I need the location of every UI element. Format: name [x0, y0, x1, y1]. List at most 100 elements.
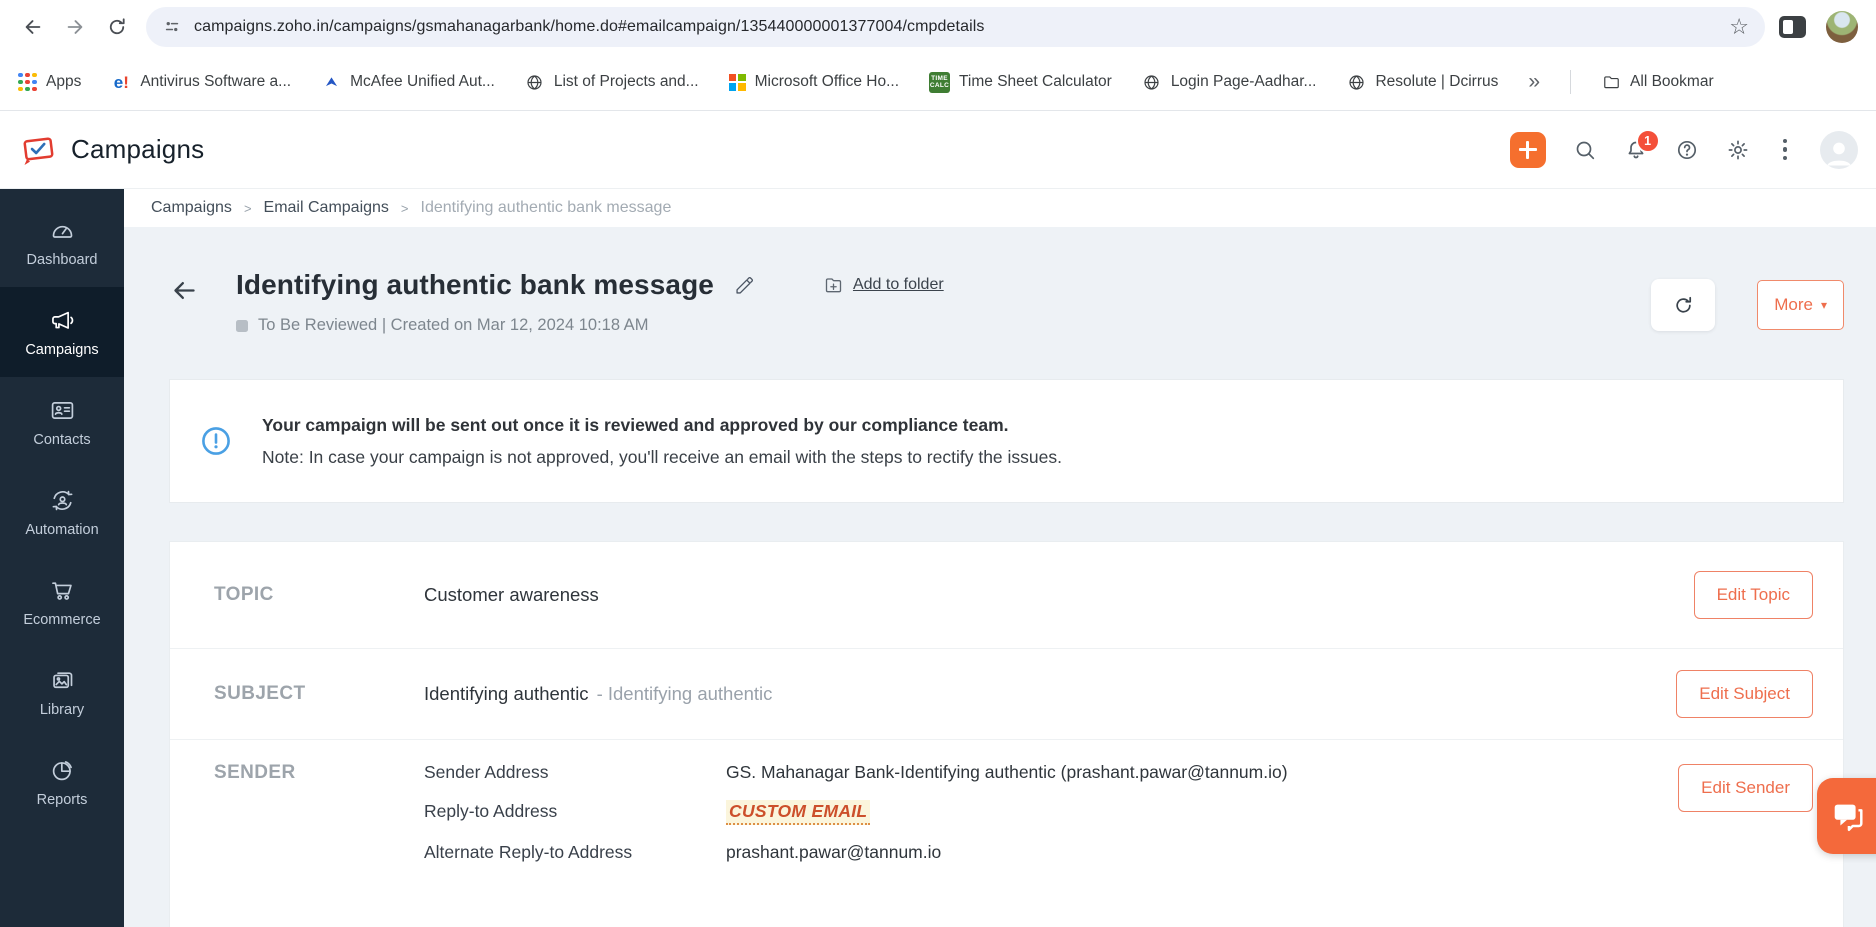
campaigns-logo-icon [23, 136, 54, 165]
bookmark-login-page[interactable]: Login Page-Aadhar... [1142, 72, 1316, 92]
sidebar: Dashboard Campaigns Contacts Automation … [0, 189, 124, 927]
side-panel-icon [1783, 20, 1793, 34]
image-stack-icon [52, 671, 72, 688]
app-title: Campaigns [71, 134, 205, 164]
bookmark-list-of-projects[interactable]: List of Projects and... [525, 72, 699, 92]
subject-label: SUBJECT [214, 683, 306, 704]
url-text[interactable]: campaigns.zoho.in/campaigns/gsmahanagarb… [194, 18, 1719, 36]
bookmark-antivirus[interactable]: e! Antivirus Software a... [111, 72, 291, 92]
contact-card-icon [51, 401, 73, 419]
automation-icon [52, 490, 72, 510]
sidebar-item-ecommerce[interactable]: Ecommerce [0, 557, 124, 647]
user-avatar[interactable] [1820, 130, 1858, 169]
folder-plus-icon [825, 277, 842, 292]
breadcrumb-separator: > [400, 200, 409, 216]
edit-subject-button[interactable]: Edit Subject [1676, 670, 1813, 718]
browser-profile-avatar[interactable] [1826, 11, 1858, 43]
reply-to-label: Reply-to Address [424, 801, 558, 821]
help-button[interactable] [1675, 138, 1699, 162]
edit-sender-button[interactable]: Edit Sender [1678, 764, 1813, 812]
compliance-banner: Your campaign will be sent out once it i… [169, 379, 1844, 503]
sidebar-item-campaigns[interactable]: Campaigns [0, 287, 124, 377]
content-column: Campaigns > Email Campaigns > Identifyin… [124, 189, 1876, 927]
more-options-button[interactable] [1777, 137, 1793, 162]
bookmark-label: Resolute | Dcirrus [1375, 73, 1499, 90]
bookmark-label: List of Projects and... [553, 73, 699, 90]
sidebar-item-reports[interactable]: Reports [0, 737, 124, 827]
more-button[interactable]: More ▾ [1757, 280, 1844, 330]
sidebar-item-library[interactable]: Library [0, 647, 124, 737]
bookmarks-overflow-chevron[interactable]: » [1528, 70, 1540, 94]
sidebar-item-label: Campaigns [25, 341, 99, 358]
bookmark-resolute[interactable]: Resolute | Dcirrus [1346, 72, 1498, 92]
bookmark-mcafee[interactable]: McAfee Unified Aut... [321, 72, 495, 92]
side-panel-button[interactable] [1779, 16, 1806, 38]
sidebar-item-label: Reports [36, 791, 88, 808]
title-controls: More ▾ [1651, 279, 1844, 331]
browser-back-button[interactable] [12, 6, 54, 48]
sidebar-item-dashboard[interactable]: Dashboard [0, 197, 124, 287]
help-icon [1677, 140, 1696, 159]
banner-line1: Your campaign will be sent out once it i… [262, 414, 1009, 435]
screen: campaigns.zoho.in/campaigns/gsmahanagarb… [0, 0, 1876, 927]
alternate-reply-to-label: Alternate Reply-to Address [424, 842, 633, 862]
all-bookmarks-button[interactable]: All Bookmar [1601, 72, 1714, 92]
settings-button[interactable] [1726, 138, 1750, 162]
browser-reload-button[interactable] [96, 6, 138, 48]
sidebar-item-automation[interactable]: Automation [0, 467, 124, 557]
apps-label: Apps [46, 73, 82, 90]
megaphone-icon [51, 311, 73, 329]
bookmark-microsoft-office[interactable]: Microsoft Office Ho... [728, 73, 899, 91]
create-button[interactable] [1509, 131, 1546, 168]
bookmark-label: Time Sheet Calculator [959, 73, 1112, 90]
brand: Campaigns [18, 130, 204, 170]
reload-icon [109, 18, 125, 35]
all-bookmarks-label: All Bookmar [1630, 73, 1714, 90]
globe-icon [525, 72, 545, 92]
banner-text: Your campaign will be sent out once it i… [262, 415, 1062, 468]
sidebar-item-contacts[interactable]: Contacts [0, 377, 124, 467]
campaign-details-card: TOPIC Customer awareness Edit Topic SUBJ… [169, 541, 1844, 927]
alternate-reply-to-field: Alternate Reply-to Address prashant.pawa… [424, 842, 1678, 863]
status-line: To Be Reviewed | Created on Mar 12, 2024… [236, 316, 944, 335]
edit-topic-button[interactable]: Edit Topic [1693, 571, 1813, 619]
globe-icon [1142, 72, 1162, 92]
subject-value: Identifying authentic - Identifying authe… [424, 683, 1676, 705]
sidebar-item-label: Library [39, 701, 85, 718]
person-icon [1827, 142, 1851, 165]
add-to-folder-button[interactable]: Add to folder [823, 275, 944, 296]
bookmark-label: Antivirus Software a... [140, 73, 292, 90]
pie-chart-icon [52, 760, 72, 780]
topic-label: TOPIC [214, 584, 274, 605]
title-block: Identifying authentic bank message Add t… [236, 269, 944, 335]
bookmark-star-icon[interactable]: ☆ [1729, 16, 1749, 38]
breadcrumb-current: Identifying authentic bank message [420, 199, 672, 216]
apps-button[interactable]: Apps [18, 72, 82, 92]
bookmark-time-sheet[interactable]: TIME CALC Time Sheet Calculator [929, 71, 1112, 93]
edit-title-pencil-icon[interactable] [734, 275, 755, 296]
e-exclamation-icon: e! [113, 72, 129, 92]
sender-row: SENDER Sender Address GS. Mahanagar Bank… [170, 740, 1843, 927]
subject-text: Identifying authentic [424, 683, 589, 704]
refresh-button[interactable] [1651, 279, 1716, 331]
back-arrow-icon [25, 20, 41, 34]
notifications-button[interactable]: 1 [1624, 128, 1660, 162]
reply-to-field: Reply-to Address CUSTOM EMAIL [424, 800, 1678, 825]
search-button[interactable] [1573, 138, 1597, 162]
breadcrumb-campaigns[interactable]: Campaigns [151, 199, 232, 217]
header-actions: 1 [1509, 128, 1858, 169]
chat-bubbles-icon [1834, 804, 1863, 832]
add-to-folder-label: Add to folder [852, 276, 944, 293]
dashboard-gauge-icon [52, 225, 72, 238]
sender-address-field: Sender Address GS. Mahanagar Bank-Identi… [424, 762, 1678, 783]
breadcrumb-email-campaigns[interactable]: Email Campaigns [264, 199, 389, 217]
topic-value: Customer awareness [424, 584, 599, 605]
custom-email-link[interactable]: CUSTOM EMAIL [726, 800, 871, 825]
site-info-icon[interactable] [162, 17, 182, 37]
info-icon [200, 425, 232, 457]
apps-grid-icon [18, 72, 37, 92]
url-bar[interactable]: campaigns.zoho.in/campaigns/gsmahanagarb… [146, 7, 1765, 47]
chat-widget-button[interactable] [1817, 778, 1876, 854]
page-back-button[interactable] [171, 277, 198, 335]
browser-forward-button[interactable] [54, 6, 96, 48]
